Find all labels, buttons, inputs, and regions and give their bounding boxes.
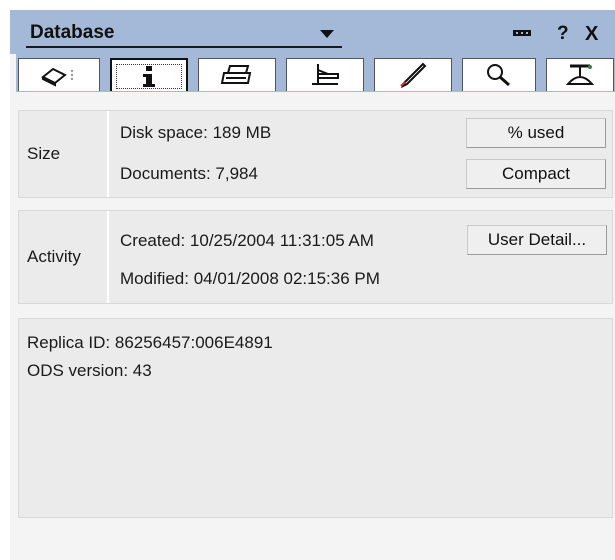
size-label: Size	[19, 111, 109, 197]
printer-icon	[220, 65, 252, 84]
magnifier-icon	[487, 64, 510, 87]
activity-group: Activity Created: 10/25/2004 11:31:05 AM…	[18, 210, 613, 304]
tab-info[interactable]	[110, 58, 188, 91]
tab-printing[interactable]	[198, 58, 276, 91]
percent-used-button[interactable]: % used	[466, 118, 606, 148]
tab-basics[interactable]	[18, 58, 100, 91]
eraser-icon	[41, 67, 74, 87]
database-properties-dialog: Database ? X Size Disk space: 189 MB Doc…	[10, 10, 615, 560]
ods-version-text: ODS version: 43	[27, 361, 152, 380]
disk-space-text: Disk space: 189 MB	[120, 123, 272, 142]
modified-date-text: Modified: 04/01/2008 02:15:36 PM	[120, 269, 380, 288]
replica-id-text: Replica ID: 86256457:006E4891	[27, 333, 273, 352]
pin-icon[interactable]	[513, 24, 533, 44]
tab-advanced[interactable]	[546, 58, 614, 91]
dropdown-arrow-icon	[320, 30, 334, 38]
close-icon[interactable]: X	[585, 24, 598, 44]
created-date-text: Created: 10/25/2004 11:31:05 AM	[120, 231, 374, 250]
activity-label: Activity	[19, 211, 109, 303]
dialog-title: Database	[30, 22, 115, 43]
rocket-icon	[400, 62, 427, 88]
tab-strip	[16, 54, 615, 92]
compact-button[interactable]: Compact	[466, 159, 606, 189]
documents-count-text: Documents: 7,984	[120, 164, 258, 183]
propeller-hat-icon	[565, 64, 595, 85]
title-bar: Database ? X	[10, 10, 615, 54]
drafting-icon	[312, 64, 339, 85]
properties-type-dropdown[interactable]: Database	[26, 22, 342, 48]
size-group: Size Disk space: 189 MB Documents: 7,984…	[18, 110, 613, 198]
user-detail-button[interactable]: User Detail...	[467, 225, 607, 255]
tab-design[interactable]	[286, 58, 364, 91]
replica-info-group: Replica ID: 86256457:006E4891 ODS versio…	[18, 318, 613, 518]
help-icon[interactable]: ?	[557, 24, 569, 44]
tab-full-text[interactable]	[462, 58, 536, 91]
tab-launch[interactable]	[374, 58, 452, 91]
